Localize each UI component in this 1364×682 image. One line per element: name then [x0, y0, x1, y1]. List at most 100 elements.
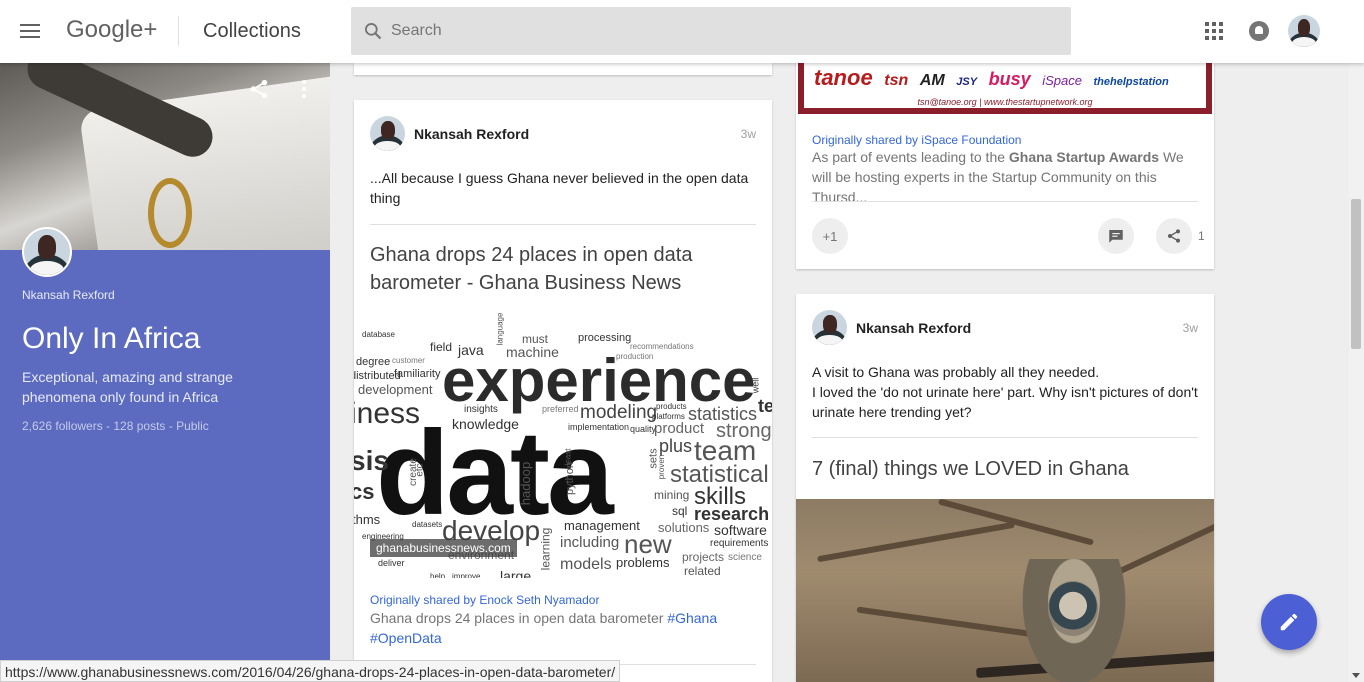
wordcloud-word: familiarity — [394, 368, 441, 380]
originally-shared-by-link[interactable]: Originally shared by Enock Seth Nyamador — [370, 593, 599, 607]
collection-info-panel — [0, 250, 330, 682]
wordcloud-word: mining — [654, 488, 690, 502]
wordcloud-word: sis — [354, 445, 389, 476]
banner-contact-line: tsn@tanoe.org | www.thestartupnetwork.or… — [917, 97, 1093, 107]
wordcloud-word: improve — [452, 572, 481, 579]
page-title: Collections — [203, 20, 301, 42]
post-text-line: A visit to Ghana was probably all they n… — [812, 364, 1100, 380]
plus-one-button[interactable]: +1 — [812, 218, 848, 254]
banner-sponsor-logos: tanoe tsn AM JSY busy iSpace thehelpstat… — [814, 65, 1175, 91]
search-bar[interactable] — [351, 7, 1071, 55]
wordcloud-word: must — [522, 332, 549, 346]
link-title[interactable]: 7 (final) things we LOVED in Ghana — [812, 455, 1202, 483]
post-author-name[interactable]: Nkansah Rexford — [414, 126, 529, 142]
post-card: Nkansah Rexford 3w ...All because I gues… — [354, 100, 772, 682]
share-icon — [1168, 229, 1180, 243]
apps-grid-icon[interactable] — [1205, 22, 1223, 40]
wordcloud-word: preferred — [542, 404, 579, 414]
wordcloud-word: projects — [682, 550, 725, 564]
comment-icon — [1109, 230, 1123, 243]
sponsor-logo: tanoe — [814, 65, 873, 90]
google-plus-logo[interactable]: Google+ — [66, 16, 157, 44]
wordcloud-word: language — [495, 313, 505, 346]
event-banner-image[interactable]: tanoe tsn AM JSY busy iSpace thehelpstat… — [798, 63, 1212, 114]
share-icon[interactable] — [248, 78, 270, 100]
wordcloud-word: development — [358, 382, 433, 397]
shared-post-text: As part of events leading to the Ghana S… — [812, 147, 1202, 207]
post-timestamp[interactable]: 3w — [741, 127, 756, 141]
page-scrollbar[interactable] — [1349, 63, 1364, 682]
post-card-stub — [354, 63, 772, 75]
hashtag-ghana[interactable]: #Ghana — [667, 610, 717, 626]
wordcloud-word: cs — [354, 479, 375, 504]
link-preview-image[interactable]: experience data develop knowledge modeli… — [354, 313, 772, 578]
link-preview-image[interactable] — [796, 499, 1214, 682]
collection-title: Only In Africa — [22, 322, 201, 355]
wordcloud-word: etc — [414, 463, 426, 477]
wordcloud-word: field — [430, 340, 453, 354]
post-divider — [812, 437, 1198, 438]
wordcloud-word: datasets — [412, 520, 443, 529]
shared-post-bold: Ghana Startup Awards — [1008, 149, 1160, 165]
search-icon[interactable] — [363, 21, 383, 41]
wordcloud-word: sets — [647, 448, 660, 469]
collection-stats: 2,626 followers - 128 posts - Public — [22, 419, 209, 433]
wordcloud-word: problems — [616, 555, 670, 570]
notifications-icon[interactable] — [1249, 21, 1269, 41]
wordcloud-word: hadoop — [518, 461, 534, 506]
wordcloud-word: insights — [464, 404, 498, 415]
wordcloud-word: including — [560, 534, 620, 551]
scrollbar-thumb[interactable] — [1351, 199, 1361, 349]
wordcloud-word: related — [684, 564, 721, 578]
post-author-name[interactable]: Nkansah Rexford — [856, 320, 971, 336]
wordcloud-word: customer — [392, 356, 425, 365]
wordcloud-word: thms — [354, 512, 381, 527]
header-divider — [178, 16, 179, 46]
post-author-avatar[interactable] — [812, 310, 847, 345]
link-title[interactable]: Ghana drops 24 places in open data barom… — [370, 241, 760, 297]
post-card: tanoe tsn AM JSY busy iSpace thehelpstat… — [796, 63, 1214, 269]
wordcloud-word: least — [563, 448, 573, 466]
comment-button[interactable] — [1098, 218, 1134, 254]
share-button[interactable] — [1156, 218, 1192, 254]
scroll-down-icon[interactable] — [1352, 673, 1360, 678]
wordcloud-word: distributed — [354, 370, 401, 382]
wordcloud-word: help — [430, 572, 446, 579]
collection-owner-name[interactable]: Nkansah Rexford — [22, 288, 115, 302]
post-divider — [812, 201, 1198, 202]
sponsor-logo: busy — [988, 69, 1031, 89]
wordcloud-word: iness — [354, 397, 421, 430]
compose-post-button[interactable] — [1261, 594, 1317, 650]
hashtag-opendata[interactable]: #OpenData — [370, 630, 442, 646]
wordcloud-word: processing — [578, 332, 632, 344]
menu-icon[interactable] — [20, 24, 40, 40]
wordcloud-word: deliver — [378, 558, 405, 568]
more-options-icon[interactable] — [302, 80, 308, 98]
share-count: 1 — [1198, 229, 1205, 243]
wordcloud-word: product — [654, 420, 705, 437]
search-input[interactable] — [391, 19, 1031, 43]
post-author-avatar[interactable] — [370, 116, 405, 151]
originally-shared-by-link[interactable]: Originally shared by iSpace Foundation — [812, 133, 1021, 147]
post-text: ...All because I guess Ghana never belie… — [370, 170, 749, 206]
image-source-caption: ghanabusinessnews.com — [370, 539, 517, 557]
wordcloud-word: well — [750, 377, 761, 394]
wordcloud-word: models — [560, 556, 612, 573]
wordcloud-word: solutions — [658, 520, 710, 535]
account-avatar[interactable] — [1288, 15, 1320, 47]
wordcloud-word: learning — [538, 527, 553, 571]
owner-avatar[interactable] — [22, 227, 72, 277]
post-divider — [370, 224, 756, 225]
wordcloud-word: quality — [630, 424, 657, 434]
wordcloud-word: sql — [672, 504, 688, 518]
wordcloud-word: strong — [716, 420, 772, 442]
post-timestamp[interactable]: 3w — [1183, 321, 1198, 335]
wordcloud-word: modeling — [580, 402, 658, 423]
shared-post-body: As part of events leading to the — [812, 149, 1009, 165]
wordcloud-word: machine — [506, 344, 559, 360]
wordcloud-word: database — [362, 330, 395, 339]
sponsor-logo: thehelpstation — [1093, 76, 1169, 88]
wordcloud-word: large — [500, 568, 532, 578]
sponsor-logo: tsn — [884, 72, 909, 89]
wordcloud-word: plus — [659, 436, 693, 456]
